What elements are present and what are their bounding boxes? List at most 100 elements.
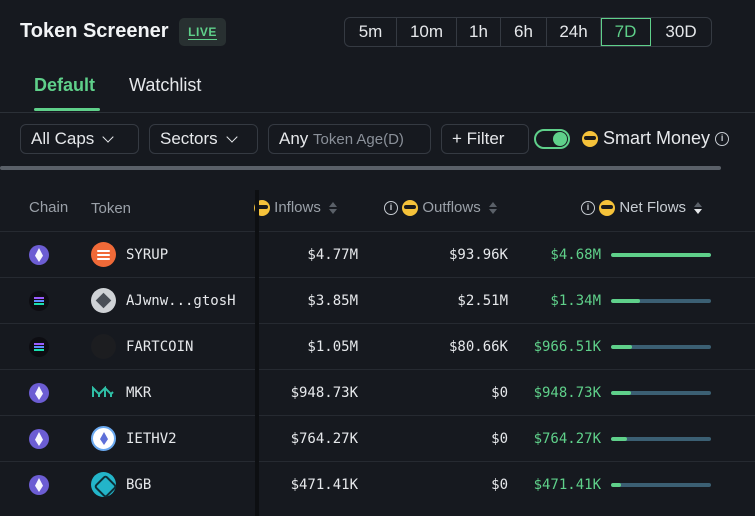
horizontal-scrollbar[interactable] — [0, 166, 721, 170]
filter-button[interactable]: + Filter — [441, 124, 529, 154]
net-flows-value: $471.41K — [533, 477, 601, 493]
token-name[interactable]: AJwnw...gtosH — [126, 278, 236, 324]
inflows-value: $1.05M — [307, 339, 358, 355]
net-flows-value: $966.51K — [533, 339, 601, 355]
ethereum-icon — [29, 383, 49, 403]
smart-money-toggle[interactable] — [534, 129, 570, 149]
table-row[interactable]: MKR $948.73K $0 $948.73K — [0, 369, 755, 415]
outflows-value: $0 — [491, 477, 508, 493]
token-name[interactable]: SYRUP — [126, 232, 168, 278]
sectors-label: Sectors — [160, 129, 218, 148]
table-row[interactable]: IETHV2 $764.27K $0 $764.27K — [0, 415, 755, 461]
inflows-value: $4.77M — [307, 247, 358, 263]
smart-money-label-group: Smart Money i — [582, 128, 730, 149]
sort-icon — [488, 202, 497, 215]
net-flows-bar-fill — [611, 483, 621, 487]
info-icon[interactable]: i — [581, 201, 595, 216]
syrup-icon — [91, 242, 116, 267]
net-flows-bar-fill — [611, 391, 631, 395]
caps-dropdown[interactable]: All Caps — [20, 124, 139, 154]
inflows-value: $3.85M — [307, 293, 358, 309]
sunglasses-icon — [402, 200, 419, 217]
column-header-outflows[interactable]: i Outflows — [384, 199, 497, 217]
smart-money-label: Smart Money — [603, 128, 711, 148]
token-name[interactable]: BGB — [126, 462, 151, 508]
caps-label: All Caps — [31, 129, 95, 148]
mkr-icon — [91, 380, 116, 405]
column-header-token[interactable]: Token — [91, 200, 131, 217]
chevron-down-icon — [102, 131, 114, 143]
token-name[interactable]: FARTCOIN — [126, 324, 193, 370]
outflows-value: $93.96K — [448, 247, 508, 263]
sort-desc-icon — [694, 202, 703, 215]
table-row[interactable]: AJwnw...gtosH $3.85M $2.51M $1.34M — [0, 277, 755, 323]
net-flows-bar — [611, 253, 711, 257]
ethereum-icon — [29, 475, 49, 495]
info-icon[interactable]: i — [384, 201, 398, 216]
filter-label: Filter — [466, 129, 505, 148]
sort-icon — [329, 202, 338, 215]
net-flows-bar-fill — [611, 345, 632, 349]
page-title: Token Screener — [20, 20, 169, 42]
ajwnw-icon — [91, 288, 116, 313]
column-header-net-flows[interactable]: i Net Flows — [581, 199, 703, 217]
sectors-dropdown[interactable]: Sectors — [149, 124, 258, 154]
timeframe-10m[interactable]: 10m — [397, 18, 457, 46]
info-icon[interactable]: i — [715, 132, 730, 147]
net-flows-bar — [611, 299, 711, 303]
live-badge: LIVE — [179, 18, 226, 46]
outflows-value: $2.51M — [457, 293, 508, 309]
table-row[interactable]: SYRUP $4.77M $93.96K $4.68M — [0, 231, 755, 277]
table-row[interactable]: BGB $471.41K $0 $471.41K — [0, 461, 755, 507]
ethereum-icon — [29, 429, 49, 449]
toggle-knob — [553, 132, 567, 146]
net-flows-value: $4.68M — [550, 247, 601, 263]
header-divider — [0, 112, 755, 113]
column-header-chain[interactable]: Chain — [29, 199, 68, 216]
outflows-value: $0 — [491, 385, 508, 401]
fartcoin-icon — [91, 334, 116, 359]
tab-watchlist[interactable]: Watchlist — [129, 75, 201, 96]
iethv2-icon — [91, 426, 116, 451]
net-flows-value: $1.34M — [550, 293, 601, 309]
token-age-value: Any — [279, 129, 309, 148]
inflows-value: $764.27K — [290, 431, 358, 447]
net-flows-bar-fill — [611, 253, 711, 257]
timeframe-6h[interactable]: 6h — [501, 18, 547, 46]
timeframe-selector: 5m 10m 1h 6h 24h 7D 30D — [344, 17, 712, 47]
net-flows-value: $948.73K — [533, 385, 601, 401]
timeframe-7d[interactable]: 7D — [601, 18, 651, 46]
inflows-value: $948.73K — [290, 385, 358, 401]
table-row[interactable]: FARTCOIN $1.05M $80.66K $966.51K — [0, 323, 755, 369]
token-age-label: Token Age(D) — [313, 131, 404, 148]
token-name[interactable]: MKR — [126, 370, 151, 416]
token-age-filter[interactable]: Any Token Age(D) — [268, 124, 431, 154]
net-flows-value: $764.27K — [533, 431, 601, 447]
token-name[interactable]: IETHV2 — [126, 416, 177, 462]
timeframe-1h[interactable]: 1h — [457, 18, 501, 46]
plus-icon: + — [452, 129, 462, 148]
outflows-value: $0 — [491, 431, 508, 447]
net-flows-bar — [611, 345, 711, 349]
outflows-value: $80.66K — [448, 339, 508, 355]
net-flows-bar-fill — [611, 299, 640, 303]
net-flows-bar-fill — [611, 437, 627, 441]
net-flows-bar — [611, 437, 711, 441]
net-flows-bar — [611, 391, 711, 395]
timeframe-30d[interactable]: 30D — [651, 18, 711, 46]
inflows-value: $471.41K — [290, 477, 358, 493]
sunglasses-icon — [599, 200, 616, 217]
solana-icon — [29, 291, 49, 311]
chevron-down-icon — [225, 131, 238, 143]
solana-icon — [29, 337, 49, 357]
ethereum-icon — [29, 245, 49, 265]
frozen-column-shadow — [255, 190, 259, 516]
net-flows-bar — [611, 483, 711, 487]
column-header-inflows[interactable]: Inflows — [254, 199, 338, 217]
active-tab-indicator — [34, 108, 100, 111]
sunglasses-icon — [582, 131, 598, 148]
tab-default[interactable]: Default — [34, 75, 95, 96]
timeframe-5m[interactable]: 5m — [345, 18, 397, 46]
bgb-icon — [91, 472, 116, 497]
timeframe-24h[interactable]: 24h — [547, 18, 601, 46]
